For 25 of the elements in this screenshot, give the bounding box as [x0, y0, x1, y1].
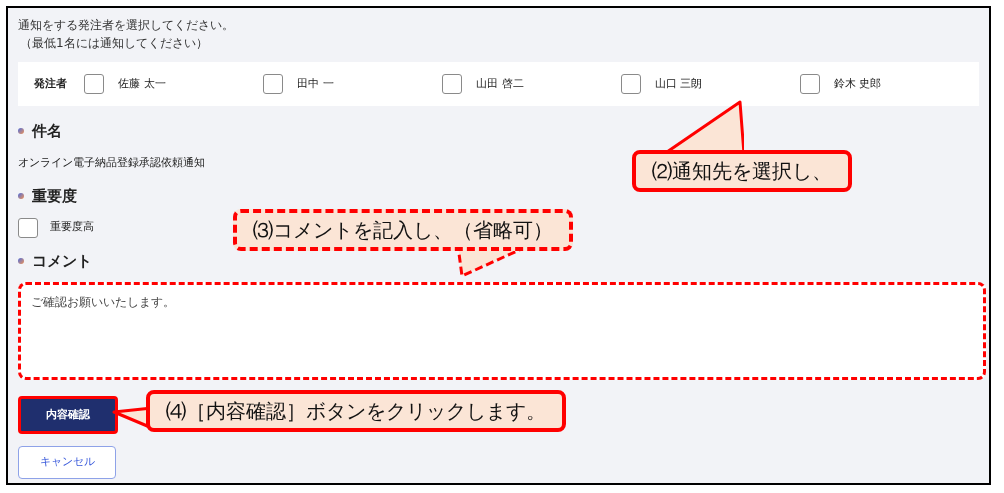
checkbox[interactable] [263, 74, 284, 94]
checkbox[interactable] [800, 74, 820, 94]
bullet-icon [18, 128, 24, 135]
checkbox-label: 山口 三朗 [655, 75, 703, 92]
checkbox[interactable] [621, 74, 641, 94]
checkbox-label: 鈴木 史郎 [834, 75, 882, 92]
checkbox[interactable] [18, 217, 38, 238]
bullet-icon [18, 257, 24, 264]
subject-value: オンライン電子納品登録承認依頼通知 [18, 154, 205, 171]
checkbox-label: 山田 啓二 [476, 75, 524, 92]
checkbox[interactable] [84, 74, 105, 94]
checkbox[interactable] [442, 74, 462, 94]
field-label: 発注者 [34, 75, 68, 92]
confirm-button[interactable]: 内容確認 [18, 396, 118, 434]
checkbox-label: 田中 一 [297, 75, 334, 92]
bullet-icon [18, 193, 24, 200]
instruction-note: （最低1名には通知してください） [19, 35, 208, 52]
section-heading: 重要度 [32, 186, 77, 207]
checkbox-label: 佐藤 太一 [118, 75, 166, 92]
cancel-button[interactable]: キャンセル [18, 446, 116, 479]
checkbox-label: 重要度高 [50, 219, 94, 236]
instruction-text: 通知をする発注者を選択してください。 [18, 17, 234, 34]
comment-field[interactable]: ご確認お願いいたします。 [18, 282, 986, 380]
section-heading: コメント [32, 250, 92, 272]
section-heading: 件名 [32, 121, 62, 142]
